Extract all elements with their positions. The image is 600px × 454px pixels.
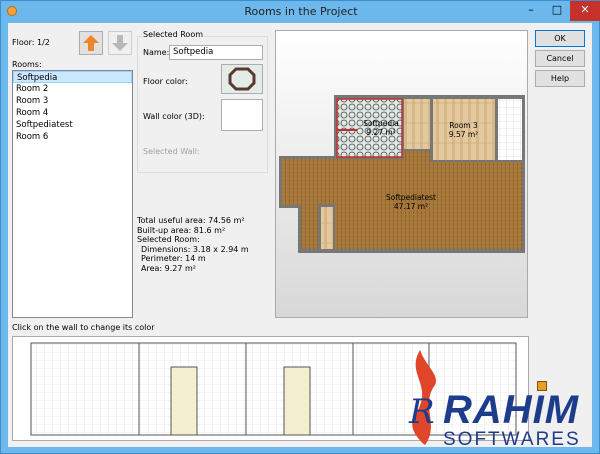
watermark-logo: R RAHIM SOFTWARES	[395, 345, 600, 454]
floor-color-label: Floor color:	[143, 77, 188, 86]
floor-label: Floor: 1/2	[12, 38, 50, 47]
group-title: Selected Room	[142, 30, 205, 39]
floor-plan	[279, 95, 525, 253]
floor-texture-icon	[228, 67, 256, 91]
list-item[interactable]: Room 4	[13, 107, 132, 119]
list-item[interactable]: Room 2	[13, 83, 132, 95]
watermark-line1: RAHIM	[443, 388, 580, 432]
dimensions: Dimensions: 3.18 x 2.94 m	[141, 244, 249, 254]
door	[283, 366, 311, 436]
perimeter: Perimeter: 14 m	[141, 254, 206, 263]
minimize-button[interactable]: –	[518, 1, 544, 21]
window-title: Rooms in the Project	[244, 5, 358, 18]
list-item[interactable]: Room 6	[13, 131, 132, 143]
floor-down-button[interactable]	[108, 31, 132, 55]
list-item[interactable]: Softpediatest	[13, 119, 132, 131]
rooms-list[interactable]: Softpedia Room 2 Room 3 Room 4 Softpedia…	[12, 70, 133, 318]
area: Area: 9.27 m²	[141, 263, 197, 273]
room-area: 47.17 m²	[393, 202, 429, 211]
help-button[interactable]: Help	[535, 70, 585, 87]
close-button[interactable]: ✕	[570, 1, 600, 21]
stats-panel: Total useful area: 74.56 m² Built-up are…	[137, 216, 249, 273]
room-label: Room 3	[449, 121, 478, 130]
flame-logo-icon: R	[408, 350, 437, 445]
hint-text: Click on the wall to change its color	[12, 323, 155, 332]
arrow-down-icon	[112, 35, 128, 51]
door	[170, 366, 198, 436]
selected-wall-label: Selected Wall:	[143, 147, 200, 156]
svg-text:R: R	[408, 392, 435, 432]
list-item[interactable]: Softpedia	[13, 71, 132, 83]
room-label: Softpediatest	[385, 193, 437, 202]
name-label: Name:	[143, 48, 170, 57]
rooms-label: Rooms:	[12, 60, 42, 69]
total-useful-area: Total useful area: 74.56 m²	[137, 216, 245, 225]
wall-color-label: Wall color (3D):	[143, 112, 205, 121]
name-input[interactable]: Softpedia	[169, 45, 263, 60]
room-area: 9.57 m²	[448, 130, 479, 139]
wall-color-swatch[interactable]	[221, 99, 263, 131]
floor-plan-view[interactable]: Softpedia 9.27 m² Room 3 9.57 m² Softped…	[275, 30, 528, 318]
cancel-button[interactable]: Cancel	[535, 50, 585, 67]
ok-button[interactable]: OK	[535, 30, 585, 47]
room-label: Softpedia	[363, 119, 399, 128]
selected-room-heading: Selected Room:	[137, 235, 200, 244]
room-area: 9.27 m²	[366, 128, 396, 137]
title-bar: Rooms in the Project – □ ✕	[1, 1, 600, 23]
floor-color-swatch[interactable]	[221, 64, 263, 94]
watermark-line2: SOFTWARES	[443, 429, 581, 450]
built-up-area: Built-up area: 81.6 m²	[137, 225, 226, 235]
maximize-button[interactable]: □	[544, 1, 570, 21]
arrow-up-icon	[83, 35, 99, 51]
floor-up-button[interactable]	[79, 31, 103, 55]
list-item[interactable]: Room 3	[13, 95, 132, 107]
